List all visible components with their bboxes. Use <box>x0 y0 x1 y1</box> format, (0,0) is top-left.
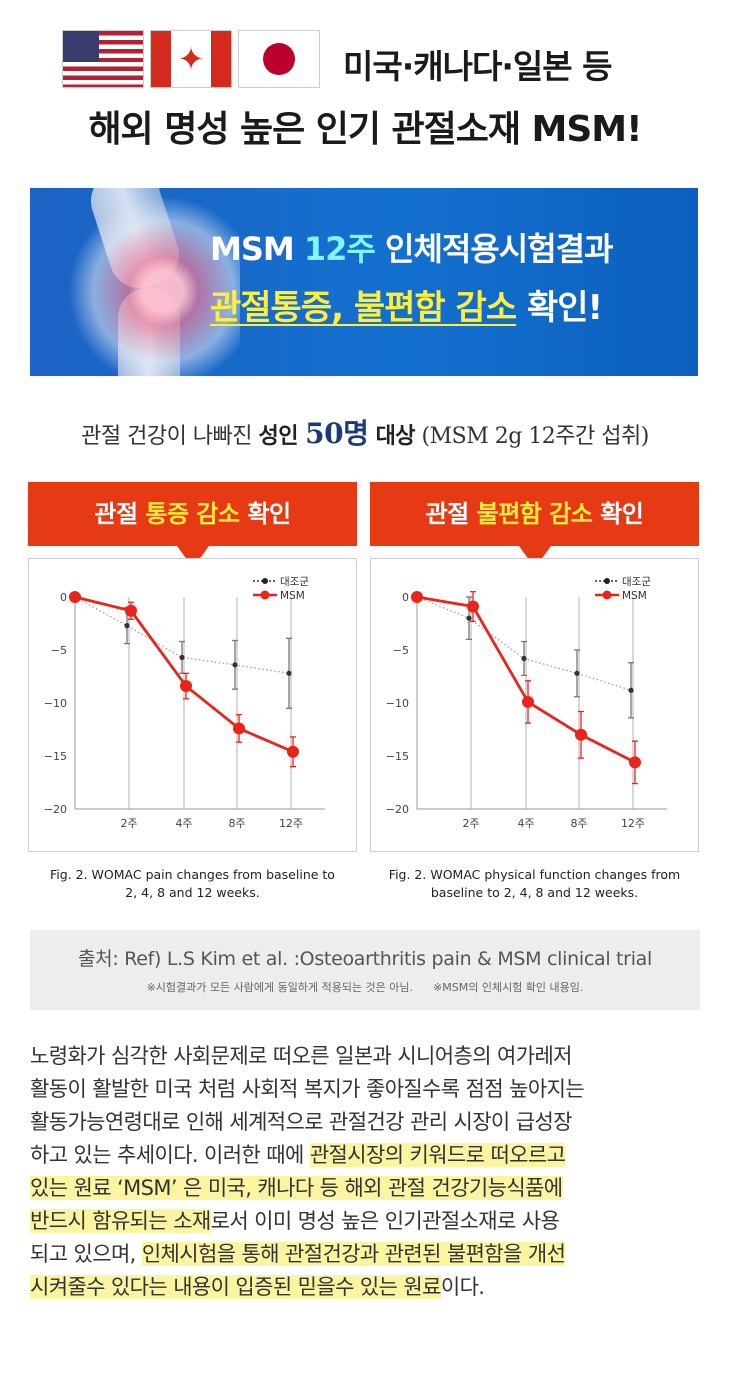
control-data-point <box>574 670 580 676</box>
y-tick-label: 0 <box>60 591 67 604</box>
msm-banner: MSM 12주 인체적용시험결과 관절통증, 불편함 감소 확인! <box>30 188 698 376</box>
x-tick-label: 4주 <box>175 817 192 830</box>
banner-line-2: 관절통증, 불편함 감소 확인! <box>210 288 603 328</box>
caption-line: 2, 4, 8 and 12 weeks. <box>125 885 260 900</box>
y-tick-label: −15 <box>386 750 409 763</box>
pain-chart: 0 −5 −10 −15 −20 2주 4주 8주 12주 대조군 MSM <box>44 576 325 830</box>
y-tick-label: −15 <box>44 750 67 763</box>
msm-data-point <box>233 722 245 735</box>
msm-data-point <box>69 591 81 603</box>
source-box: 출처: Ref) L.S Kim et al. :Osteoarthritis … <box>30 930 700 1010</box>
legend-marker-msm <box>260 590 270 600</box>
y-tick-label: −10 <box>386 697 409 710</box>
header-headline: 해외 명성 높은 인기 관절소재 MSM! <box>88 109 642 150</box>
control-data-point <box>179 654 185 661</box>
para-line: 시켜줄수 있다는 내용이 입증된 믿을수 있는 원료이다. <box>30 1275 485 1299</box>
para-line: 되고 있으며, 인체시험을 통해 관절건강과 관련된 불편함을 개선 <box>30 1242 566 1266</box>
x-tick-label: 2주 <box>120 817 137 830</box>
canada-flag-icon: ✦ <box>150 30 232 88</box>
header-countries: 미국·캐나다·일본 등 <box>343 47 612 86</box>
x-tick-label: 8주 <box>228 817 245 830</box>
y-tick-label: −5 <box>51 644 67 657</box>
control-data-point <box>124 623 130 629</box>
body-paragraph: 노령화가 심각한 사회문제로 떠오른 일본과 시니어층의 여가레저 활동이 활발… <box>30 1040 706 1304</box>
caption-line: Fig. 2. WOMAC pain changes from baseline… <box>50 867 335 882</box>
control-data-point <box>521 655 527 662</box>
y-tick-label: 0 <box>402 591 409 604</box>
msm-data-point <box>575 728 587 741</box>
us-flag-icon <box>62 30 144 88</box>
x-tick-label: 4주 <box>517 817 534 830</box>
para-line: 활동가능연령대로 인해 세계적으로 관절건강 관리 시장이 급성장 <box>30 1110 572 1134</box>
x-tick-label: 12주 <box>621 817 645 830</box>
para-line: 하고 있는 추세이다. 이러한 때에 관절시장의 키워드로 떠오르고 <box>30 1143 566 1167</box>
legend-marker-control <box>262 578 268 584</box>
msm-data-point <box>180 680 192 693</box>
note-1: ※시험결과가 모든 사람에게 동일하게 적용되는 것은 아님. <box>146 981 414 994</box>
para-line: 노령화가 심각한 사회문제로 떠오른 일본과 시니어층의 여가레저 <box>30 1044 572 1068</box>
pain-chart-caption: Fig. 2. WOMAC pain changes from baseline… <box>28 866 357 902</box>
control-data-point <box>466 615 472 621</box>
x-tick-label: 12주 <box>279 817 303 830</box>
function-panel-title: 관절 불편함 감소 확인 <box>370 482 699 568</box>
banner-line-1: MSM 12주 인체적용시험결과 <box>210 230 614 268</box>
x-tick-label: 2주 <box>462 817 479 830</box>
msm-data-point <box>411 591 423 603</box>
caption-line: Fig. 2. WOMAC physical function changes … <box>388 867 681 882</box>
source-citation: 출처: Ref) L.S Kim et al. :Osteoarthritis … <box>78 948 652 970</box>
legend-label: MSM <box>622 590 647 602</box>
control-data-point <box>286 670 292 676</box>
source-notes: ※시험결과가 모든 사람에게 동일하게 적용되는 것은 아님. ※MSM의 인체시… <box>30 979 700 995</box>
function-chart-frame: 0 −5 −10 −15 −20 2주 4주 8주 12주 대조군 MSM <box>370 558 699 852</box>
flag-row: ✦ <box>62 30 320 88</box>
msm-data-point <box>629 756 641 769</box>
y-tick-label: −20 <box>44 803 67 816</box>
para-line: 있는 원료 ‘MSM’ 은 미국, 캐나다 등 해외 관절 건강기능식품에 <box>30 1176 563 1200</box>
msm-data-point <box>522 695 534 708</box>
msm-data-point <box>467 600 479 613</box>
x-tick-label: 8주 <box>570 817 587 830</box>
legend-marker-msm <box>602 590 612 600</box>
pain-panel-title: 관절 통증 감소 확인 <box>28 482 357 568</box>
msm-data-point <box>125 604 137 617</box>
y-tick-label: −5 <box>393 644 409 657</box>
para-line: 활동이 활발한 미국 처럼 사회적 복지가 좋아질수록 점점 높아지는 <box>30 1077 585 1101</box>
function-chart: 0 −5 −10 −15 −20 2주 4주 8주 12주 대조군 MSM <box>386 576 667 830</box>
japan-flag-icon <box>238 30 320 88</box>
legend-label: 대조군 <box>280 576 309 588</box>
legend-label: MSM <box>280 590 305 602</box>
legend-label: 대조군 <box>622 576 651 588</box>
function-chart-caption: Fig. 2. WOMAC physical function changes … <box>366 866 703 902</box>
y-tick-label: −20 <box>386 803 409 816</box>
pain-chart-frame: 0 −5 −10 −15 −20 2주 4주 8주 12주 대조군 MSM <box>28 558 357 852</box>
y-tick-label: −10 <box>44 697 67 710</box>
control-data-point <box>232 662 238 668</box>
caption-line: baseline to 2, 4, 8 and 12 weeks. <box>430 885 639 900</box>
para-line: 반드시 함유되는 소재로서 이미 명성 높은 인기관절소재로 사용 <box>30 1209 560 1233</box>
note-2: ※MSM의 인체시험 확인 내용임. <box>433 981 584 994</box>
study-subject-line: 관절 건강이 나빠진 성인 50명 대상 (MSM 2g 12주간 섭취) <box>81 417 649 450</box>
legend-marker-control <box>604 578 610 584</box>
control-data-point <box>628 687 634 693</box>
msm-data-point <box>287 745 299 758</box>
